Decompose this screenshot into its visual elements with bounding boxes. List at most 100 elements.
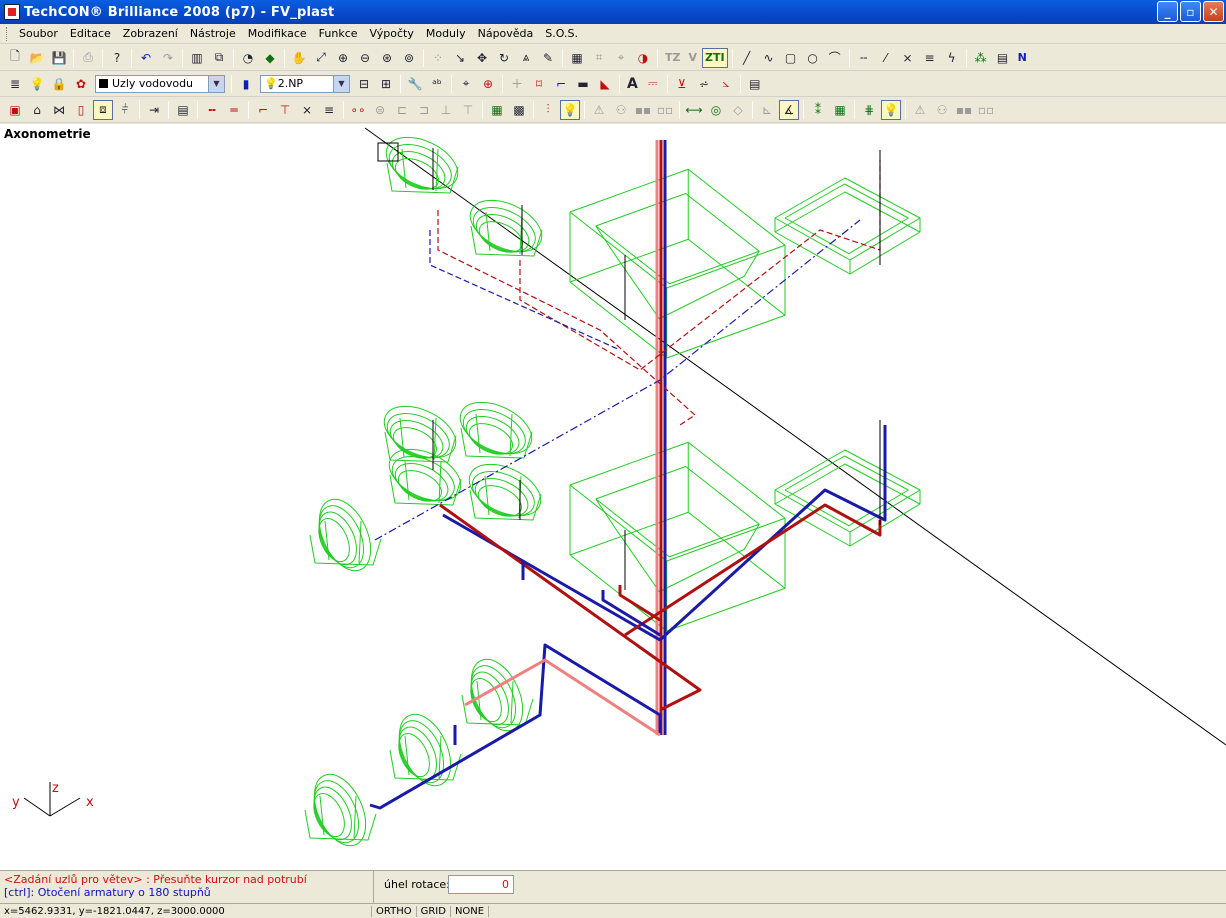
pan-icon[interactable]: ✋ [289,48,309,68]
warning-icon[interactable]: ⚠ [589,100,609,120]
tee-icon[interactable]: ⊤ [275,100,295,120]
hash-icon[interactable]: ⋕ [859,100,879,120]
user-icon[interactable]: ⚇ [611,100,631,120]
fixture-d-icon[interactable]: ⊥ [436,100,456,120]
circle-icon[interactable]: ○ [803,48,823,68]
fixture-b-icon[interactable]: ⊏ [392,100,412,120]
measure-icon[interactable]: ⊾ [757,100,777,120]
layers-manager-icon[interactable]: ≣ [5,74,25,94]
menu-sos[interactable]: S.O.S. [539,27,584,40]
menu-editace[interactable]: Editace [64,27,117,40]
menu-modifikace[interactable]: Modifikace [242,27,313,40]
zti-button[interactable]: ZTI [702,47,728,68]
break-line-icon[interactable]: ⁄ [876,48,896,68]
parallel-icon[interactable]: ≡ [920,48,940,68]
zoom-out-icon[interactable]: ⊖ [355,48,375,68]
app-icon[interactable] [4,4,20,20]
layers-icon[interactable]: ⧉ [209,48,229,68]
tag-icon[interactable]: ⩫ [694,74,714,94]
multi-pipe-icon[interactable]: ≡ [319,100,339,120]
chevron-down-icon[interactable]: ▼ [208,75,224,92]
menu-soubor[interactable]: Soubor [13,27,64,40]
boiler-icon[interactable]: ▣ [5,100,25,120]
save-icon[interactable]: 💾 [49,48,69,68]
draw-icon[interactable]: ✎ [538,48,558,68]
zoom-in-icon[interactable]: ⊕ [333,48,353,68]
dash-red-icon[interactable]: ╍ [202,100,222,120]
text-button[interactable]: A [624,74,641,94]
tz-button[interactable]: TZ [662,48,683,68]
network-icon[interactable]: ⁂ [971,48,991,68]
text-style-icon[interactable]: ᵃᵇ [427,74,447,94]
snap-mode-toggle[interactable]: NONE [451,905,490,917]
close-button[interactable]: ✕ [1203,1,1224,22]
rotate-icon[interactable]: ↻ [494,48,514,68]
bulb-icon[interactable]: 💡 [27,74,47,94]
move-icon[interactable]: ✥ [472,48,492,68]
legend-icon[interactable]: ⫶ [538,100,558,120]
polyline-icon[interactable]: ∿ [759,48,779,68]
grid-toggle[interactable]: GRID [417,905,451,917]
snap-icon[interactable]: ⁘ [428,48,448,68]
insert-block-icon[interactable]: ⌑ [529,74,549,94]
cross-pipe-icon[interactable]: ⨯ [297,100,317,120]
elbow-icon[interactable]: ⌐ [253,100,273,120]
floor-select[interactable]: 💡 2.NP ▼ [260,74,350,93]
dash-line-icon[interactable]: ╌ [854,48,874,68]
heater-icon[interactable]: ⌂ [27,100,47,120]
v-button[interactable]: V [685,48,700,68]
cross-line-icon[interactable]: ⨯ [898,48,918,68]
list-icon[interactable]: ▤ [173,100,193,120]
valve-icon[interactable]: ⋈ [49,100,69,120]
rectangle-icon[interactable]: ▢ [781,48,801,68]
line-icon[interactable]: ╱ [737,48,757,68]
restore-button[interactable]: ▫ [1180,1,1201,22]
slope-icon[interactable]: ⦣ [716,74,736,94]
zoom-extents-icon[interactable]: ⊚ [399,48,419,68]
render-icon[interactable]: ◆ [260,48,280,68]
report-icon[interactable]: ▤ [745,74,765,94]
table-green-icon[interactable]: ▦ [487,100,507,120]
wrench-icon[interactable]: 🔧 [405,74,425,94]
mirror-icon[interactable]: ⩓ [516,48,536,68]
ortho-toggle[interactable]: ORTHO [372,905,417,917]
insert-row-icon[interactable]: ⇥ [144,100,164,120]
menu-vypocty[interactable]: Výpočty [364,27,420,40]
crosshair-icon[interactable]: ⌖ [456,74,476,94]
zigzag-icon[interactable]: ϟ [942,48,962,68]
user2-icon[interactable]: ⚇ [932,100,952,120]
compass-icon[interactable]: ◔ [238,48,258,68]
north-button[interactable]: N [1015,48,1030,68]
tank-icon[interactable]: ▯ [71,100,91,120]
rotation-input[interactable]: 0 [448,875,514,894]
angle-icon[interactable]: ∡ [779,99,799,120]
scale-icon[interactable]: ⌗ [589,48,609,68]
link-icon[interactable]: ⟷ [684,100,704,120]
color-icon[interactable]: ◑ [633,48,653,68]
floor-copy-icon[interactable]: ⊞ [376,74,396,94]
undo-icon[interactable]: ↶ [136,48,156,68]
connect-icon[interactable]: ⌐ [551,74,571,94]
branch-nodes-icon[interactable]: ⧈ [93,99,113,120]
blocks-b-icon[interactable]: ▫▫ [655,100,675,120]
menu-napoveda[interactable]: Nápověda [472,27,540,40]
redo-icon[interactable]: ↷ [158,48,178,68]
title-bar[interactable]: TechCON® Brilliance 2008 (p7) - FV_plast… [0,0,1226,24]
help-icon[interactable]: ? [107,48,127,68]
fitting-icon[interactable]: ◣ [595,74,615,94]
arc-icon[interactable]: ⌒ [825,48,845,68]
menu-nastroje[interactable]: Nástroje [184,27,242,40]
menu-zobrazeni[interactable]: Zobrazení [117,27,184,40]
zoom-all-icon[interactable]: ⊛ [377,48,397,68]
open-file-icon[interactable]: 📂 [27,48,47,68]
target-icon[interactable]: ⌖ [611,48,631,68]
layer-select[interactable]: Uzly vodovodu ▼ [95,74,225,93]
grid-icon[interactable]: ▦ [567,48,587,68]
print-icon[interactable]: ⎙ [78,48,98,68]
node-icon[interactable]: ⊕ [478,74,498,94]
warning2-icon[interactable]: ⚠ [910,100,930,120]
title-block-icon[interactable]: ▤ [993,48,1013,68]
dimension-icon[interactable]: ⎓ [643,74,663,94]
drawing-canvas[interactable]: Axonometrie y z x [0,124,1226,870]
layout-icon[interactable]: ▥ [187,48,207,68]
